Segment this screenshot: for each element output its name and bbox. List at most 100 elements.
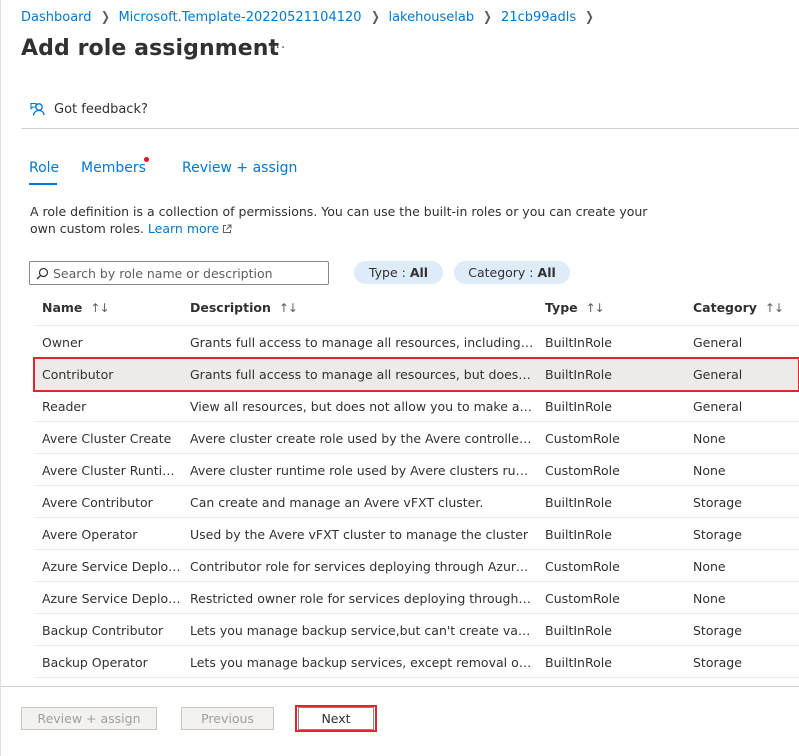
role-description: A role definition is a collection of per… — [30, 203, 650, 237]
role-description-cell: Contributor role for services deploying … — [190, 559, 534, 574]
sort-icon: ↑↓ — [278, 300, 298, 315]
role-description-cell: Used by the Avere vFXT cluster to manage… — [190, 527, 529, 542]
sort-icon: ↑↓ — [585, 300, 605, 315]
role-category-cell: Storage — [693, 623, 742, 638]
role-category-cell: Storage — [693, 527, 742, 542]
review-assign-button[interactable]: Review + assign — [21, 707, 157, 730]
role-name-cell: Avere Cluster Runtime... — [42, 463, 182, 478]
role-description-cell: Avere cluster runtime role used by Avere… — [190, 463, 534, 478]
table-row[interactable]: Avere Cluster Create Avere cluster create… — [34, 422, 799, 454]
column-header-type[interactable]: Type ↑↓ — [545, 300, 605, 315]
window-left-border — [0, 0, 1, 756]
tab-active-indicator — [29, 183, 57, 185]
breadcrumb: Dashboard ❯ Microsoft.Template-202205211… — [21, 10, 603, 25]
role-name-cell: Avere Contributor — [42, 495, 153, 510]
category-filter-pill[interactable]: Category : All — [454, 261, 570, 284]
breadcrumb-dashboard[interactable]: Dashboard — [21, 10, 92, 25]
role-description-cell: Avere cluster create role used by the Av… — [190, 431, 534, 446]
role-category-cell: None — [693, 463, 726, 478]
divider — [21, 128, 799, 129]
column-header-description[interactable]: Description ↑↓ — [190, 300, 298, 315]
chevron-right-icon: ❯ — [370, 10, 380, 25]
role-category-cell: None — [693, 591, 726, 606]
role-category-cell: Storage — [693, 495, 742, 510]
role-category-cell: General — [693, 367, 743, 382]
role-type-cell: BuiltInRole — [545, 655, 612, 670]
role-type-cell: CustomRole — [545, 559, 620, 574]
sort-icon: ↑↓ — [764, 300, 784, 315]
chevron-right-icon: ❯ — [483, 10, 492, 25]
role-description-cell: Grants full access to manage all resourc… — [190, 335, 534, 350]
column-header-category[interactable]: Category ↑↓ — [693, 300, 784, 315]
role-category-cell: None — [693, 431, 726, 446]
role-category-cell: Storage — [693, 655, 742, 670]
learn-more-link[interactable]: Learn more — [148, 221, 232, 236]
page-title: Add role assignment — [21, 36, 280, 61]
table-body: Owner Grants full access to manage all re… — [34, 326, 799, 678]
table-row[interactable]: Reader View all resources, but does not a… — [34, 390, 799, 422]
next-button[interactable]: Next — [298, 707, 374, 730]
table-row[interactable]: Avere Operator Used by the Avere vFXT clu… — [34, 518, 799, 550]
role-name-cell: Owner — [42, 335, 83, 350]
role-type-cell: CustomRole — [545, 431, 620, 446]
table-row[interactable]: Azure Service Deploy ... Restricted owner… — [34, 582, 799, 614]
more-options-button[interactable]: ··· — [270, 40, 286, 56]
table-row[interactable]: Avere Cluster Runtime... Avere cluster ru… — [34, 454, 799, 486]
category-filter-label: Category : — [468, 265, 534, 280]
tab-members[interactable]: Members — [81, 160, 146, 176]
role-description-cell: Grants full access to manage all resourc… — [190, 367, 534, 382]
table-header: Name ↑↓ Description ↑↓ Type ↑↓ Category ↑↓ — [34, 290, 799, 326]
roles-table: Name ↑↓ Description ↑↓ Type ↑↓ Category ↑↓ O… — [34, 290, 799, 678]
breadcrumb-template[interactable]: Microsoft.Template-20220521104120 — [118, 10, 361, 25]
role-type-cell: BuiltInRole — [545, 495, 612, 510]
breadcrumb-storage-account[interactable]: 21cb99adls — [501, 10, 576, 25]
feedback-button[interactable]: Got feedback? — [30, 101, 148, 117]
role-type-cell: BuiltInRole — [545, 367, 612, 382]
feedback-icon — [30, 101, 46, 117]
table-row[interactable]: Owner Grants full access to manage all re… — [34, 326, 799, 358]
sort-icon: ↑↓ — [90, 300, 109, 315]
role-name-cell: Backup Contributor — [42, 623, 164, 638]
table-row[interactable]: Avere Contributor Can create and manage a… — [34, 486, 799, 518]
search-box — [29, 261, 329, 285]
role-type-cell: BuiltInRole — [545, 527, 612, 542]
role-name-cell: Contributor — [42, 367, 114, 382]
role-name-cell: Avere Operator — [42, 527, 138, 542]
role-category-cell: None — [693, 559, 726, 574]
role-type-cell: CustomRole — [545, 591, 620, 606]
footer-divider — [1, 686, 799, 687]
role-type-cell: CustomRole — [545, 463, 620, 478]
external-link-icon — [222, 224, 232, 234]
role-name-cell: Backup Operator — [42, 655, 148, 670]
chevron-right-icon: ❯ — [585, 10, 594, 25]
role-name-cell: Avere Cluster Create — [42, 431, 172, 446]
column-header-name[interactable]: Name ↑↓ — [42, 300, 110, 315]
type-filter-label: Type : — [368, 265, 406, 280]
type-filter-pill[interactable]: Type : All — [354, 261, 443, 284]
role-type-cell: BuiltInRole — [545, 335, 612, 350]
role-type-cell: BuiltInRole — [545, 399, 612, 414]
type-filter-value: All — [409, 265, 429, 280]
previous-button[interactable]: Previous — [181, 707, 274, 730]
role-name-cell: Azure Service Deploy ... — [42, 559, 182, 574]
role-description-cell: View all resources, but does not allow y… — [190, 399, 534, 414]
description-text: A role definition is a collection of per… — [30, 204, 648, 236]
role-description-cell: Lets you manage backup service,but can't… — [190, 623, 534, 638]
search-input[interactable] — [53, 265, 318, 281]
role-category-cell: General — [693, 399, 743, 414]
role-category-cell: General — [693, 335, 743, 350]
feedback-label: Got feedback? — [54, 101, 148, 117]
tab-review-assign[interactable]: Review + assign — [182, 160, 297, 176]
table-row[interactable]: Azure Service Deploy ... Contributor role… — [34, 550, 799, 582]
role-description-cell: Can create and manage an Avere vFXT clus… — [190, 495, 484, 510]
tab-role[interactable]: Role — [29, 160, 59, 176]
role-name-cell: Azure Service Deploy ... — [42, 591, 182, 606]
table-row[interactable]: Contributor Grants full access to manage … — [34, 358, 799, 390]
breadcrumb-resource-group[interactable]: lakehouselab — [388, 10, 474, 25]
chevron-right-icon: ❯ — [100, 10, 110, 25]
role-description-cell: Restricted owner role for services deplo… — [190, 591, 534, 606]
role-name-cell: Reader — [42, 399, 87, 414]
required-dot-icon — [144, 157, 149, 162]
table-row[interactable]: Backup Operator Lets you manage backup se… — [34, 646, 799, 678]
table-row[interactable]: Backup Contributor Lets you manage backup… — [34, 614, 799, 646]
